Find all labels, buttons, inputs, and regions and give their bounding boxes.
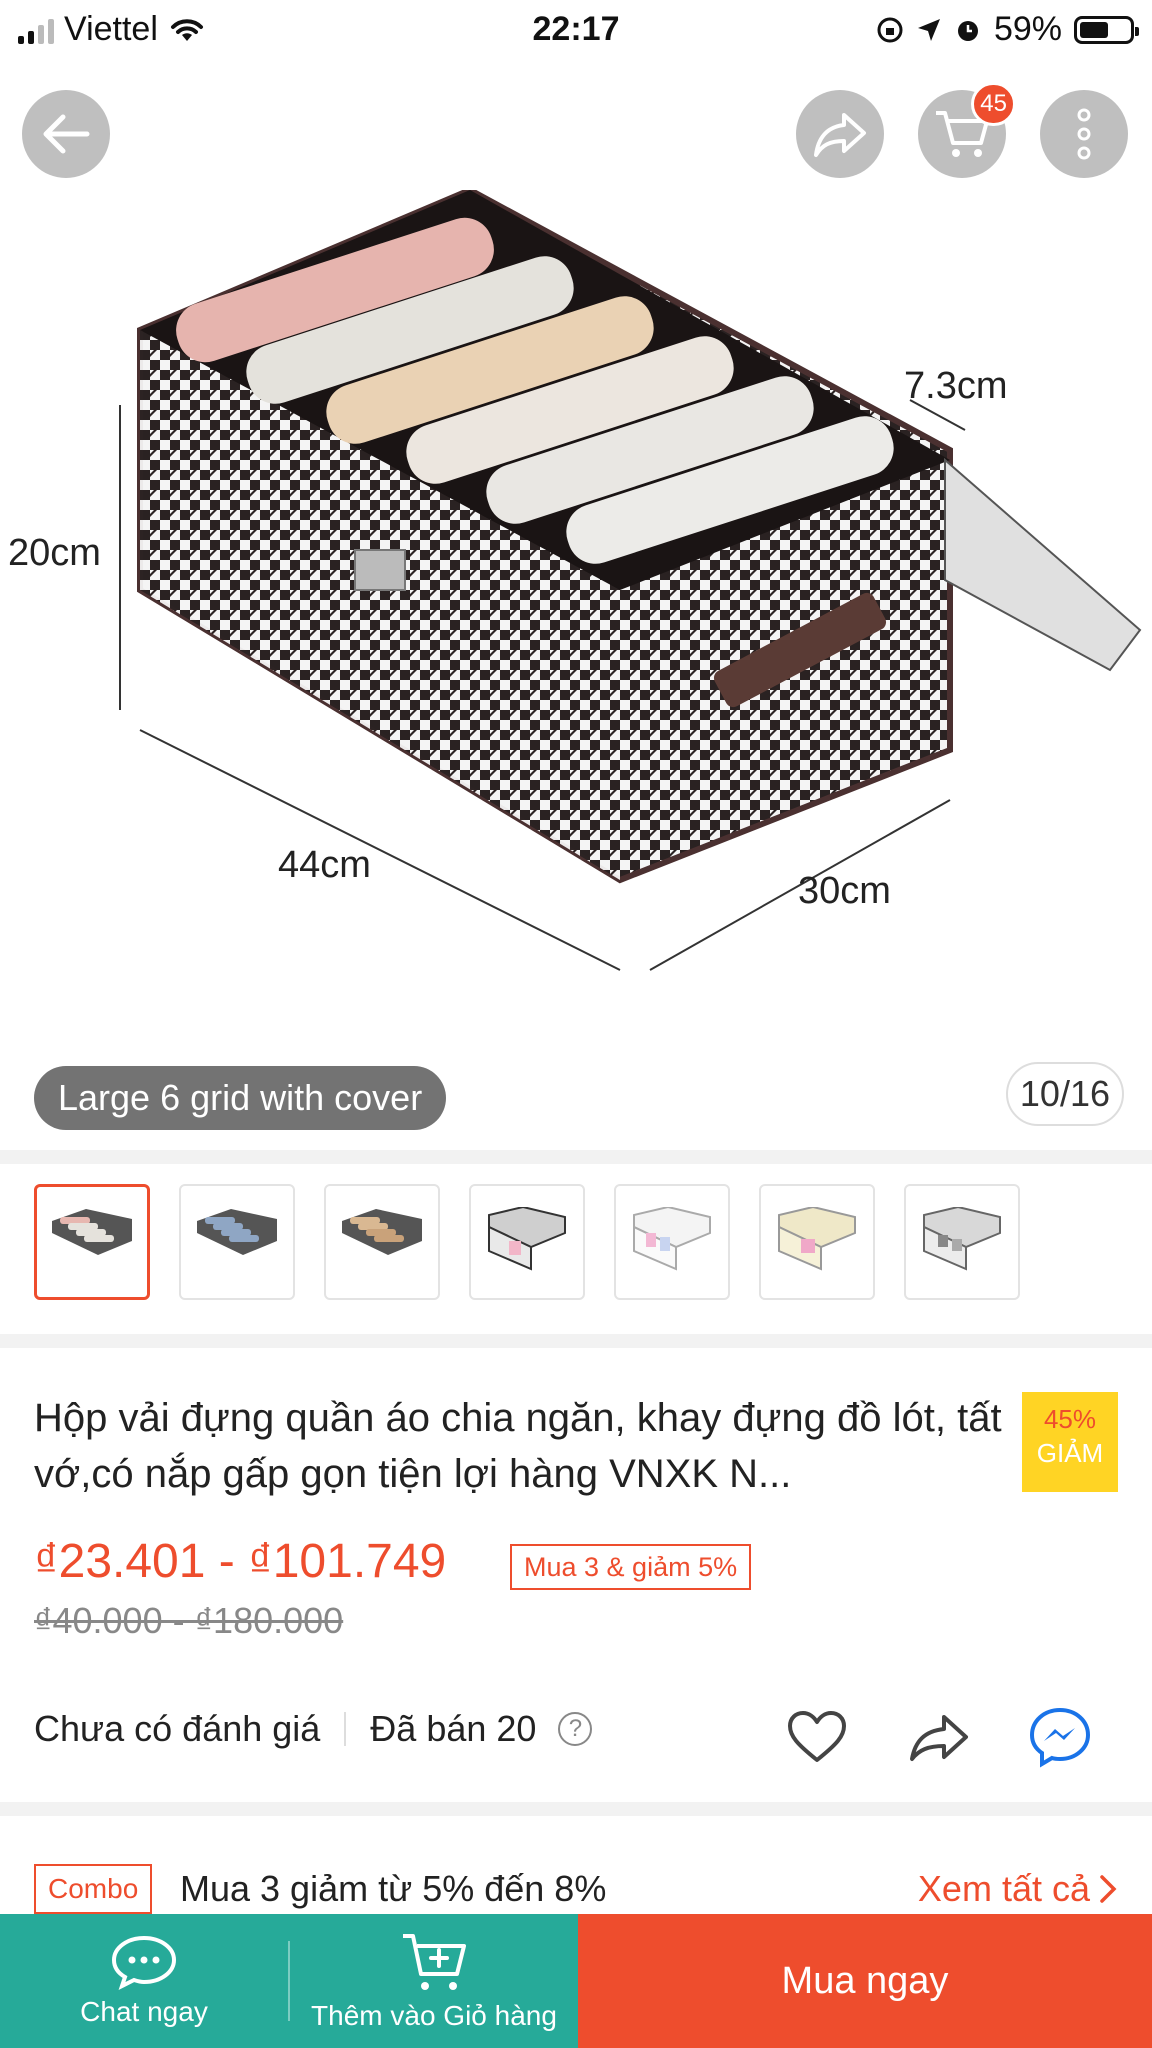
status-bar: Viettel 22:17 59% [0,0,1152,58]
dimension-length: 44cm [278,844,371,886]
promo-chip[interactable]: Mua 3 & giảm 5% [510,1544,752,1590]
dimension-depth: 7.3cm [904,365,1007,407]
chat-icon [111,1935,177,1990]
discount-badge: 45% GIẢM [1022,1392,1118,1492]
secondary-actions: Chat ngay Thêm vào Giỏ hàng [0,1914,578,2048]
add-to-cart-icon [403,1934,466,1990]
arrow-left-icon [43,114,90,154]
buy-now-button[interactable]: Mua ngay [578,1914,1152,2048]
stats-separator [344,1712,347,1746]
original-price: ₫40.000 - ₫180.000 [34,1600,344,1641]
product-stats: Chưa có đánh giá Đã bán 20 ? [34,1708,593,1750]
combo-text: Mua 3 giảm từ 5% đến 8% [180,1868,607,1909]
messenger-button[interactable] [1026,1702,1096,1772]
chevron-right-icon [1100,1875,1117,1903]
divider [0,1150,1152,1164]
price-range: ₫23.401 - ₫101.749 [34,1535,447,1588]
combo-see-all-link[interactable]: Xem tất cả [918,1864,1118,1914]
thumbnail-5[interactable] [614,1184,730,1300]
thumbnail-6[interactable] [759,1184,875,1300]
variant-label: Large 6 grid with cover [34,1066,447,1130]
thumbnail-3[interactable] [324,1184,440,1300]
add-to-cart-button[interactable]: Thêm vào Giỏ hàng [290,1914,578,2048]
more-button[interactable] [1040,90,1128,178]
combo-link-label: Xem tất cả [917,1868,1090,1909]
discount-label: GIẢM [1036,1438,1104,1468]
battery-percent: 59% [993,10,1062,48]
share-button[interactable] [796,90,884,178]
battery-fill [1080,21,1109,38]
thumbnail-7[interactable] [904,1184,1020,1300]
thumbnail-1[interactable] [34,1184,150,1300]
rating-text: Chưa có đánh giá [34,1708,321,1749]
sold-count: Đã bán 20 [370,1708,537,1749]
divider [0,1802,1152,1816]
heart-icon [788,1711,846,1762]
status-right: 59% [876,10,1139,49]
bottom-action-bar: Chat ngay Thêm vào Giỏ hàng Mua ngay [0,1914,1152,2048]
cart-count-badge: 45 [971,82,1016,126]
combo-tag: Combo [34,1864,153,1914]
location-icon [917,18,940,41]
battery-icon [1074,15,1139,44]
product-title: Hộp vải đựng quần áo chia ngăn, khay đựn… [34,1396,1002,1496]
favorite-button[interactable] [782,1702,852,1772]
share-product-button[interactable] [904,1702,974,1772]
thumbnail-strip [34,1184,1020,1300]
thumbnail-2[interactable] [179,1184,295,1300]
cart-button[interactable]: 45 [918,82,1016,178]
help-icon[interactable]: ? [558,1712,593,1746]
dimension-width: 30cm [798,870,891,912]
chat-button[interactable]: Chat ngay [0,1914,288,2048]
alarm-icon [957,20,978,41]
share-icon [814,113,866,157]
back-button[interactable] [22,90,110,178]
share-icon [910,1715,968,1761]
thumbnail-4[interactable] [469,1184,585,1300]
discount-percent: 45% [1043,1404,1097,1434]
rotation-lock-icon [877,17,903,42]
add-to-cart-label: Thêm vào Giỏ hàng [311,2000,557,2031]
dimension-height: 20cm [8,532,101,574]
messenger-icon [1029,1707,1091,1768]
divider [0,1334,1152,1348]
image-counter: 10/16 [1005,1062,1124,1126]
product-image[interactable]: 20cm 44cm 30cm 7.3cm [0,190,1152,1010]
chat-label: Chat ngay [80,1996,208,2027]
more-vertical-icon [1077,108,1091,160]
